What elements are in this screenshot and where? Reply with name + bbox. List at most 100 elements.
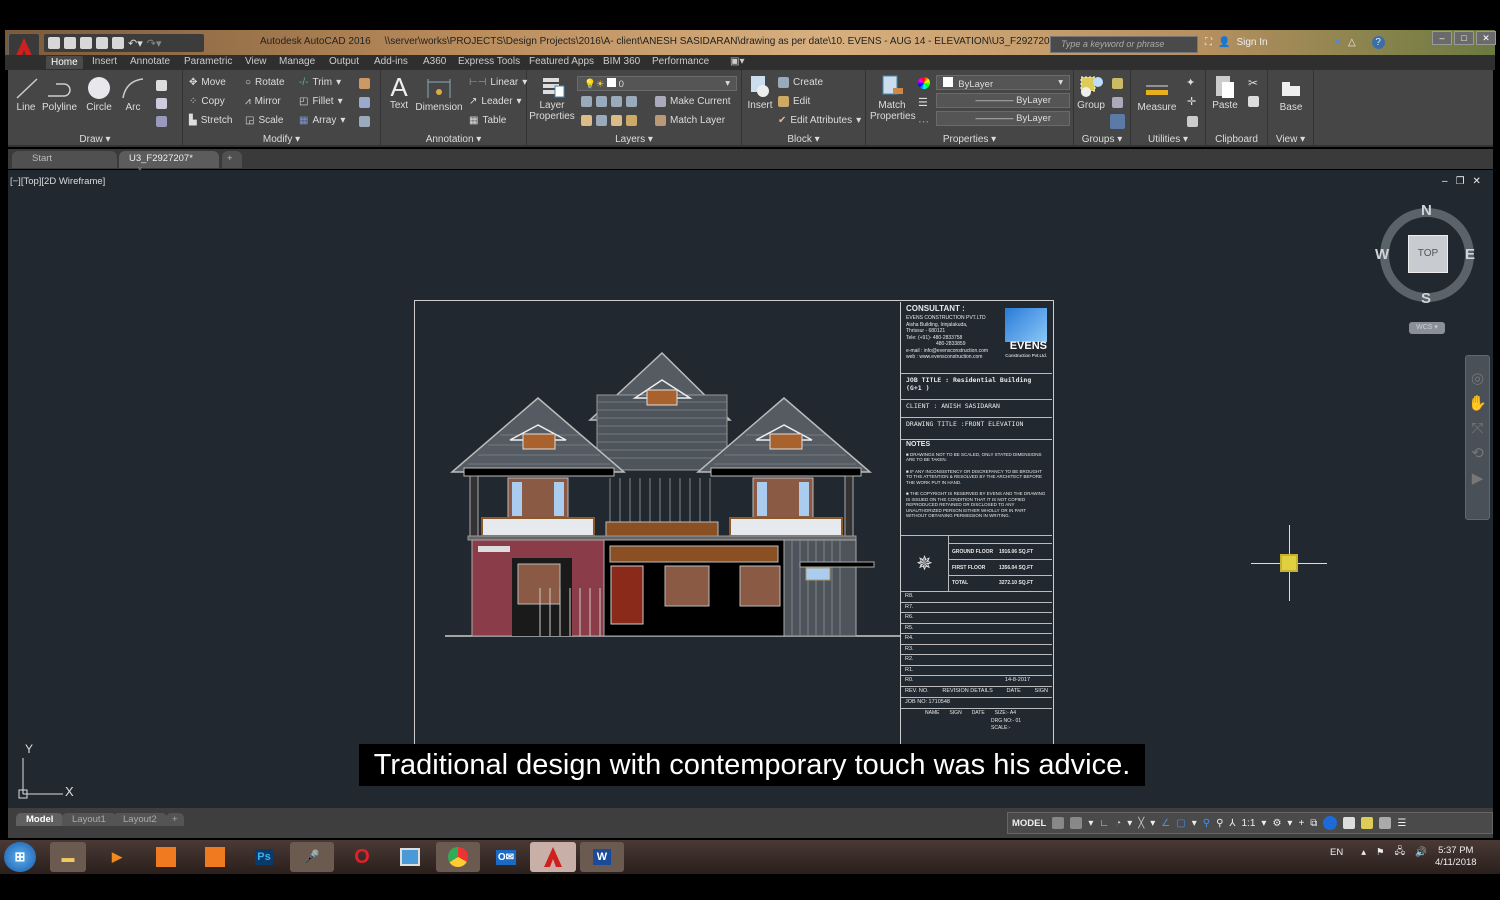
tab-drawing[interactable]: U3_F2927207* × bbox=[119, 151, 219, 175]
isolate-objects-icon[interactable]: ⧉ bbox=[1310, 818, 1317, 829]
tab-featured-apps[interactable]: Featured Apps bbox=[529, 56, 594, 67]
copy-button[interactable]: ⁘ Copy bbox=[189, 96, 225, 107]
array-button[interactable]: ▦ Array ▾ bbox=[299, 115, 345, 126]
edit-block-button[interactable]: Edit bbox=[778, 96, 810, 107]
a360-icon[interactable]: △ bbox=[1348, 37, 1356, 48]
utilities-panel-label[interactable]: Utilities ▾ bbox=[1131, 134, 1205, 145]
network-icon[interactable]: 🖧 bbox=[1395, 844, 1406, 860]
block-panel-label[interactable]: Block ▾ bbox=[742, 134, 865, 145]
circle-button[interactable]: Circle bbox=[84, 76, 114, 113]
tab-annotate[interactable]: Annotate bbox=[130, 56, 170, 67]
ungroup-icon[interactable] bbox=[1112, 78, 1123, 89]
object-snap-icon[interactable]: ▢ bbox=[1176, 818, 1185, 829]
offset-icon[interactable] bbox=[359, 116, 370, 127]
ortho-icon[interactable]: ∟ bbox=[1099, 818, 1109, 829]
hardware-acceleration-icon[interactable] bbox=[1323, 816, 1338, 830]
tab-home[interactable]: Home bbox=[46, 56, 83, 69]
object-snap-tracking-icon[interactable]: ∠ bbox=[1161, 818, 1170, 829]
ribbon-options-icon[interactable]: ▣▾ bbox=[730, 56, 744, 67]
layer-dropdown[interactable]: 💡☀ 0 ▾ bbox=[577, 76, 737, 91]
modify-panel-label[interactable]: Modify ▾ bbox=[183, 134, 380, 145]
arc-button[interactable]: Arc bbox=[120, 76, 146, 113]
insert-button[interactable]: Insert bbox=[744, 74, 776, 111]
steering-wheel-icon[interactable]: ◎ bbox=[1466, 366, 1489, 391]
tab-parametric[interactable]: Parametric bbox=[184, 56, 232, 67]
isodraft-icon[interactable]: ╳ bbox=[1138, 818, 1144, 829]
compass-south[interactable]: S bbox=[1421, 290, 1431, 307]
quick-select-icon[interactable]: ✦ bbox=[1186, 76, 1195, 89]
properties-panel-label[interactable]: Properties ▾ bbox=[866, 134, 1073, 145]
stretch-button[interactable]: ▙ Stretch bbox=[189, 115, 232, 126]
make-current-button[interactable]: Make Current bbox=[655, 96, 731, 107]
exchange-icon[interactable]: ✕ bbox=[1334, 37, 1342, 48]
tab-view[interactable]: View bbox=[245, 56, 267, 67]
copy-clip-icon[interactable] bbox=[1248, 96, 1259, 107]
redo-icon[interactable]: ↷▾ bbox=[147, 37, 162, 50]
layer-on-icon[interactable] bbox=[581, 115, 592, 126]
print-icon[interactable] bbox=[112, 37, 124, 49]
workspace-gear-icon[interactable]: ⚙ bbox=[1272, 818, 1281, 829]
zoom-extents-icon[interactable]: ⤧ bbox=[1466, 416, 1489, 441]
customization-menu-icon[interactable]: ☰ bbox=[1397, 818, 1406, 829]
viewport-controls-label[interactable]: [−][Top][2D Wireframe] bbox=[10, 176, 105, 187]
lineweight-dropdown[interactable]: ———— ByLayer bbox=[936, 93, 1070, 108]
erase-icon[interactable] bbox=[359, 78, 370, 89]
fullscreen-icon[interactable] bbox=[1379, 817, 1392, 829]
layer-off-icon[interactable] bbox=[581, 96, 592, 107]
viewport-close-icon[interactable]: ✕ bbox=[1473, 176, 1481, 187]
compass-north[interactable]: N bbox=[1421, 202, 1432, 219]
tab-express-tools[interactable]: Express Tools bbox=[458, 56, 520, 67]
action-center-flag-icon[interactable]: ⚑ bbox=[1376, 847, 1385, 858]
maximize-button[interactable]: □ bbox=[1454, 31, 1474, 45]
layers-panel-label[interactable]: Layers ▾ bbox=[527, 134, 741, 145]
undo-icon[interactable]: ↶▾ bbox=[128, 37, 143, 50]
color-dropdown[interactable]: ByLayer ▾ bbox=[936, 75, 1070, 90]
taskbar-camera[interactable] bbox=[197, 842, 233, 872]
move-button[interactable]: ✥ Move bbox=[189, 77, 226, 88]
rotate-button[interactable]: ○ Rotate bbox=[245, 77, 285, 88]
save-as-icon[interactable] bbox=[96, 37, 108, 49]
taskbar-screen-recorder[interactable] bbox=[148, 842, 184, 872]
orbit-icon[interactable]: ⟲ bbox=[1466, 441, 1489, 466]
wcs-menu[interactable]: WCS ▾ bbox=[1409, 322, 1445, 334]
hatch-icon[interactable] bbox=[156, 98, 167, 109]
notification-icon[interactable] bbox=[1361, 817, 1374, 829]
layer-isolate-icon[interactable] bbox=[596, 96, 607, 107]
volume-icon[interactable]: 🔊 bbox=[1415, 847, 1427, 858]
linear-button[interactable]: ⊢⊣ Linear ▾ bbox=[469, 77, 527, 88]
group-edit-icon[interactable] bbox=[1112, 97, 1123, 108]
taskbar-opera[interactable]: O bbox=[344, 842, 380, 872]
measure-button[interactable]: Measure bbox=[1135, 76, 1179, 113]
group-selection-icon[interactable] bbox=[1110, 114, 1125, 129]
showmotion-icon[interactable]: ▶ bbox=[1466, 466, 1489, 491]
layer-properties-button[interactable]: Layer Properties bbox=[529, 74, 575, 122]
tab-model[interactable]: Model bbox=[16, 813, 64, 826]
tab-bim-360[interactable]: BIM 360 bbox=[603, 56, 640, 67]
leader-button[interactable]: ↗ Leader ▾ bbox=[469, 96, 522, 107]
start-button[interactable]: ⊞ bbox=[4, 842, 36, 872]
match-properties-button[interactable]: Match Properties bbox=[870, 74, 916, 122]
tab-layout2[interactable]: Layout2 bbox=[113, 813, 167, 826]
view-panel-label[interactable]: View ▾ bbox=[1268, 134, 1313, 145]
calculator-icon[interactable] bbox=[1187, 116, 1198, 127]
tab-layout1[interactable]: Layout1 bbox=[62, 813, 116, 826]
linetype-dropdown[interactable]: ———— ByLayer bbox=[936, 111, 1070, 126]
binoculars-icon[interactable]: ⛶ bbox=[1205, 37, 1212, 48]
taskbar-autocad[interactable] bbox=[530, 842, 576, 872]
clipboard-panel-label[interactable]: Clipboard bbox=[1206, 134, 1267, 145]
language-indicator[interactable]: EN bbox=[1330, 847, 1343, 858]
taskbar-photos[interactable] bbox=[392, 842, 428, 872]
layer-freeze-icon[interactable] bbox=[611, 96, 622, 107]
edit-attributes-button[interactable]: ✔ Edit Attributes ▾ bbox=[778, 115, 861, 126]
new-tab-button[interactable]: + bbox=[222, 151, 242, 168]
fillet-button[interactable]: ◰ Fillet ▾ bbox=[299, 96, 343, 107]
scale-dropdown[interactable]: 1:1 bbox=[1242, 818, 1256, 829]
layer-thaw-icon[interactable] bbox=[611, 115, 622, 126]
base-button[interactable]: Base bbox=[1274, 76, 1308, 113]
grid-icon[interactable] bbox=[1052, 817, 1065, 829]
dimension-button[interactable]: Dimension bbox=[415, 76, 463, 113]
line-button[interactable]: Line bbox=[14, 76, 38, 113]
show-hidden-icons[interactable]: ▴ bbox=[1361, 847, 1366, 858]
search-input[interactable]: Type a keyword or phrase bbox=[1050, 36, 1198, 53]
groups-panel-label[interactable]: Groups ▾ bbox=[1074, 134, 1130, 145]
